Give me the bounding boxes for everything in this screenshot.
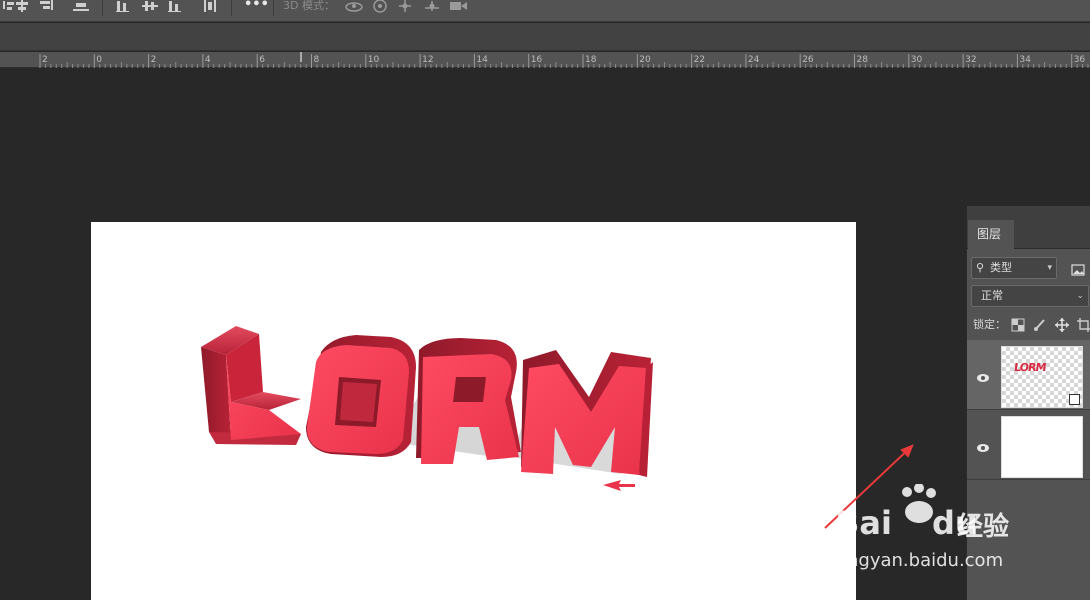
thumbnail-text: LORM — [1013, 361, 1047, 374]
ruler-label: 24 — [748, 55, 760, 65]
watermark-url: jingyan.baidu.com — [837, 550, 1004, 571]
blend-mode-label: 正常 — [981, 289, 1003, 302]
ruler-label: 28 — [857, 55, 869, 65]
align-right-icon[interactable] — [168, 0, 182, 14]
filter-label: 类型 — [990, 261, 1012, 274]
distribute-icon[interactable] — [72, 0, 90, 14]
search-icon: ⚲ — [976, 261, 985, 274]
ruler-label: 6 — [259, 55, 265, 65]
baidu-jingyan-watermark: Bai du 经验 jingyan.baidu.com — [835, 482, 1045, 582]
lock-label: 锁定： — [973, 318, 1006, 331]
align-bottom-icon[interactable] — [38, 0, 54, 14]
ruler-label: 0 — [96, 55, 102, 65]
document-tab-bar — [0, 23, 1090, 51]
layer-filter-select[interactable]: ⚲ 类型 ▾ — [971, 257, 1057, 279]
chevron-down-icon: ⌄ — [1076, 291, 1084, 301]
layer-row-lorm[interactable]: LORM — [967, 340, 1090, 410]
ruler-label: 20 — [639, 55, 651, 65]
lock-paint-icon[interactable] — [1033, 317, 1047, 331]
ruler-label: 18 — [585, 55, 597, 65]
paw-logo-icon — [902, 484, 936, 523]
ruler-label: 12 — [422, 55, 433, 65]
options-bar: ••• 3D 模式： — [0, 0, 1090, 22]
lock-transparency-icon[interactable] — [1011, 317, 1025, 332]
chevron-down-icon: ▾ — [1047, 263, 1052, 273]
ruler-label: 30 — [911, 55, 923, 65]
document-canvas[interactable] — [91, 222, 856, 600]
mode-3d-label: 3D 模式： — [283, 0, 335, 12]
pan-3d-icon[interactable] — [397, 0, 413, 14]
layer-row-background[interactable] — [967, 410, 1090, 480]
roll-3d-icon[interactable] — [372, 0, 388, 14]
ruler-label: 26 — [802, 55, 814, 65]
more-options-button[interactable]: ••• — [244, 0, 269, 14]
watermark-jingyan: 经验 — [957, 512, 1010, 542]
blend-mode-select[interactable]: 正常 ⌄ — [971, 285, 1089, 307]
slide-3d-icon[interactable] — [423, 0, 441, 14]
ruler-label: 8 — [314, 55, 320, 65]
lock-artboard-icon[interactable] — [1077, 317, 1090, 332]
ruler-label: 34 — [1019, 55, 1031, 65]
ruler-label: 14 — [476, 55, 488, 65]
tab-layers[interactable]: 图层 — [968, 220, 1014, 249]
ruler-label: 2 — [151, 55, 157, 65]
ruler-label: 16 — [531, 55, 543, 65]
eye-icon[interactable] — [976, 438, 990, 452]
image-filter-icon[interactable] — [1071, 261, 1085, 276]
ruler-label: 22 — [694, 55, 705, 65]
ruler-label: 2 — [42, 55, 48, 65]
align-hcenter-icon[interactable] — [142, 0, 158, 14]
horizontal-ruler: 2 0 2 4 6 8 10 12 14 16 18 20 22 24 26 28 30 32 34 36 — [0, 52, 1090, 68]
photoshop-window: ••• 3D 模式： 2 0 2 4 6 8 10 12 14 16 18 20 22 24 26 28 30 3… — [0, 0, 1090, 600]
layer-thumbnail — [1001, 416, 1083, 478]
distribute-h-icon[interactable] — [203, 0, 217, 14]
eye-icon[interactable] — [976, 368, 990, 382]
align-vcenter-icon[interactable] — [14, 0, 30, 14]
lorm-3d-text-artwork — [201, 326, 653, 491]
smart-object-icon — [1069, 394, 1080, 405]
ruler-label: 10 — [368, 55, 380, 65]
ruler-label: 36 — [1074, 55, 1086, 65]
layer-thumbnail: LORM — [1001, 346, 1083, 408]
align-left-icon[interactable] — [116, 0, 130, 14]
orbit-3d-icon[interactable] — [344, 0, 364, 14]
camera-3d-icon[interactable] — [449, 0, 469, 14]
lock-position-icon[interactable] — [1055, 317, 1069, 332]
ruler-label: 32 — [965, 55, 976, 65]
layers-panel-header: 图层 — [967, 206, 1090, 249]
ruler-label: 4 — [205, 55, 211, 65]
